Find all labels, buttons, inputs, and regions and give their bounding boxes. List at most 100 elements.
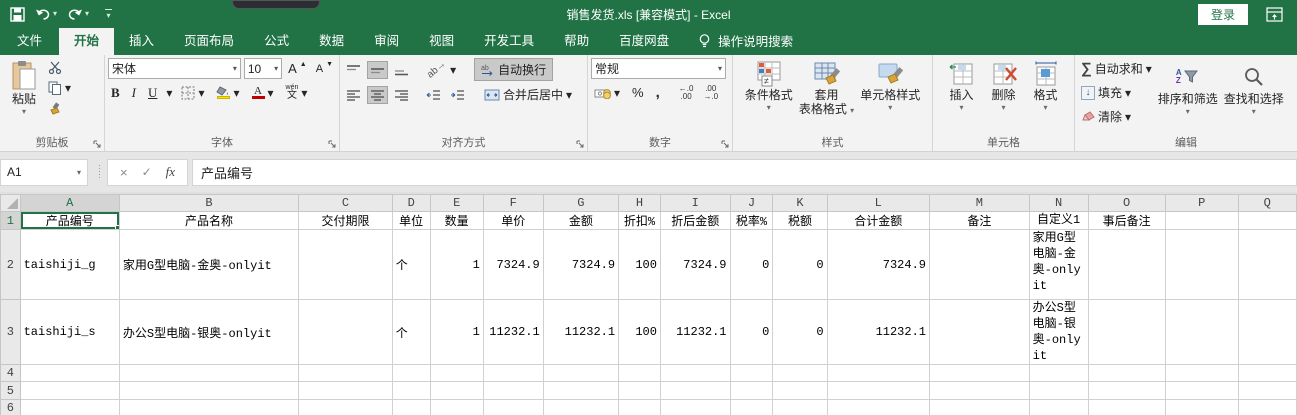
cell-B5[interactable] [119, 382, 298, 400]
col-header-N[interactable]: N [1029, 195, 1088, 212]
tab-page-layout[interactable]: 页面布局 [169, 24, 249, 55]
cell-D3[interactable]: 个 [392, 300, 430, 365]
cell-L6[interactable] [827, 400, 929, 415]
col-header-L[interactable]: L [827, 195, 929, 212]
cell-A5[interactable] [20, 382, 119, 400]
increase-indent-button[interactable] [447, 86, 468, 104]
col-header-I[interactable]: I [660, 195, 730, 212]
clear-button[interactable]: 清除▾ [1078, 107, 1155, 126]
cell-B4[interactable] [119, 365, 298, 382]
percent-style-button[interactable]: % [629, 84, 647, 101]
increase-decimal-button[interactable]: ←.0.00 [677, 84, 696, 102]
align-right-button[interactable] [391, 86, 412, 104]
cell-N6[interactable] [1029, 400, 1088, 415]
cell-J1[interactable]: 税率% [730, 212, 773, 230]
cell-P5[interactable] [1165, 382, 1238, 400]
col-header-D[interactable]: D [392, 195, 430, 212]
phonetic-guide-button[interactable]: wén文 ▾ [283, 83, 311, 102]
font-dialog-launcher-icon[interactable] [328, 140, 337, 149]
cell-A1[interactable]: 产品编号 [20, 212, 119, 230]
row-header-3[interactable]: 3 [1, 300, 21, 365]
number-format-select[interactable]: 常规▾ [591, 58, 726, 79]
selection-fill-handle[interactable] [115, 225, 120, 230]
cell-Q2[interactable] [1238, 230, 1296, 300]
cell-F1[interactable]: 单价 [483, 212, 543, 230]
cell-H5[interactable] [619, 382, 661, 400]
cell-L2[interactable]: 7324.9 [827, 230, 929, 300]
col-header-E[interactable]: E [430, 195, 483, 212]
format-painter-button[interactable] [45, 101, 74, 117]
cancel-button[interactable]: × [120, 165, 128, 180]
bottom-align-button[interactable] [391, 61, 412, 79]
cell-F5[interactable] [483, 382, 543, 400]
paste-button[interactable]: 粘贴 ▾ [3, 58, 45, 118]
cell-M2[interactable] [930, 230, 1030, 300]
enter-button[interactable]: ✓ [142, 165, 152, 179]
clipboard-dialog-launcher-icon[interactable] [93, 140, 102, 149]
accounting-format-button[interactable]: ▾ [591, 85, 623, 101]
cell-L1[interactable]: 合计金额 [827, 212, 929, 230]
cell-G4[interactable] [543, 365, 618, 382]
cell-K5[interactable] [773, 382, 827, 400]
cell-N2[interactable]: 家用G型电脑-金奥-onlyit [1029, 230, 1088, 300]
cell-J6[interactable] [730, 400, 773, 415]
cell-K6[interactable] [773, 400, 827, 415]
format-as-table-button[interactable]: 套用表格格式 ▾ [796, 58, 857, 120]
cell-E3[interactable]: 1 [430, 300, 483, 365]
cell-M3[interactable] [930, 300, 1030, 365]
cell-L3[interactable]: 11232.1 [827, 300, 929, 365]
align-center-button[interactable] [367, 86, 388, 104]
cell-I1[interactable]: 折后金额 [660, 212, 730, 230]
cell-A2[interactable]: taishiji_g [20, 230, 119, 300]
cell-K4[interactable] [773, 365, 827, 382]
ribbon-display-options-icon[interactable] [1266, 7, 1283, 22]
decrease-font-size-button[interactable]: A▼ [313, 62, 336, 76]
redo-button[interactable]: ▾ [67, 8, 89, 21]
redo-dropdown[interactable]: ▾ [85, 10, 89, 18]
name-box[interactable]: A1▾ [0, 159, 88, 186]
delete-cells-button[interactable]: 删除 ▾ [983, 58, 1025, 114]
customize-qat-button[interactable]: ▾ [105, 9, 112, 20]
cell-B1[interactable]: 产品名称 [119, 212, 298, 230]
cell-Q5[interactable] [1238, 382, 1296, 400]
cell-A3[interactable]: taishiji_s [20, 300, 119, 365]
number-dialog-launcher-icon[interactable] [721, 140, 730, 149]
sort-filter-button[interactable]: AZ 排序和筛选 ▾ [1155, 60, 1221, 118]
tab-formulas[interactable]: 公式 [249, 24, 304, 55]
find-select-button[interactable]: 查找和选择 ▾ [1221, 60, 1287, 118]
undo-dropdown[interactable]: ▾ [53, 10, 57, 18]
tab-baidu-netdisk[interactable]: 百度网盘 [604, 24, 684, 55]
tab-help[interactable]: 帮助 [549, 24, 604, 55]
cell-C4[interactable] [299, 365, 393, 382]
align-left-button[interactable] [343, 86, 364, 104]
col-header-Q[interactable]: Q [1238, 195, 1296, 212]
cell-P4[interactable] [1165, 365, 1238, 382]
row-header-1[interactable]: 1 [1, 212, 21, 230]
cell-E2[interactable]: 1 [430, 230, 483, 300]
cell-K3[interactable]: 0 [773, 300, 827, 365]
cell-H3[interactable]: 100 [619, 300, 661, 365]
top-align-button[interactable] [343, 61, 364, 79]
decrease-decimal-button[interactable]: .00→.0 [701, 84, 720, 102]
cell-Q4[interactable] [1238, 365, 1296, 382]
bold-button[interactable]: B [108, 84, 123, 102]
sign-in-button[interactable]: 登录 [1198, 4, 1248, 25]
cell-N4[interactable] [1029, 365, 1088, 382]
format-cells-button[interactable]: 格式 ▾ [1025, 58, 1067, 114]
cell-I3[interactable]: 11232.1 [660, 300, 730, 365]
cell-H6[interactable] [619, 400, 661, 415]
tab-review[interactable]: 审阅 [359, 24, 414, 55]
col-header-J[interactable]: J [730, 195, 773, 212]
cell-styles-button[interactable]: 单元格样式 ▾ [857, 58, 923, 114]
cell-Q3[interactable] [1238, 300, 1296, 365]
wrap-text-button[interactable]: ab 自动换行 [474, 58, 553, 81]
borders-button[interactable]: ▾ [178, 85, 207, 101]
tab-view[interactable]: 视图 [414, 24, 469, 55]
tab-home[interactable]: 开始 [59, 24, 114, 55]
cell-M5[interactable] [930, 382, 1030, 400]
alignment-dialog-launcher-icon[interactable] [576, 140, 585, 149]
cell-O3[interactable] [1088, 300, 1165, 365]
comma-style-button[interactable]: , [653, 83, 663, 102]
name-box-dropdown[interactable]: ▾ [77, 168, 81, 177]
orientation-button[interactable]: ab→▾ [423, 62, 459, 78]
